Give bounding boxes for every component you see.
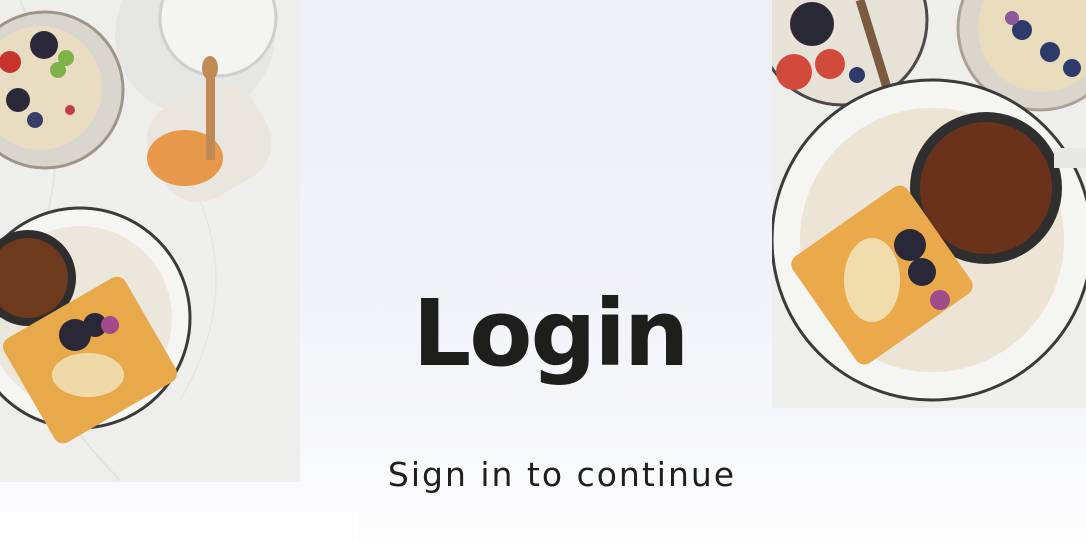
login-subtitle: Sign in to continue — [387, 455, 737, 494]
bottom-white-strip — [0, 512, 358, 542]
breakfast-photo-right — [772, 0, 1086, 408]
breakfast-photo-left — [0, 0, 300, 482]
login-title: Login — [412, 280, 690, 387]
